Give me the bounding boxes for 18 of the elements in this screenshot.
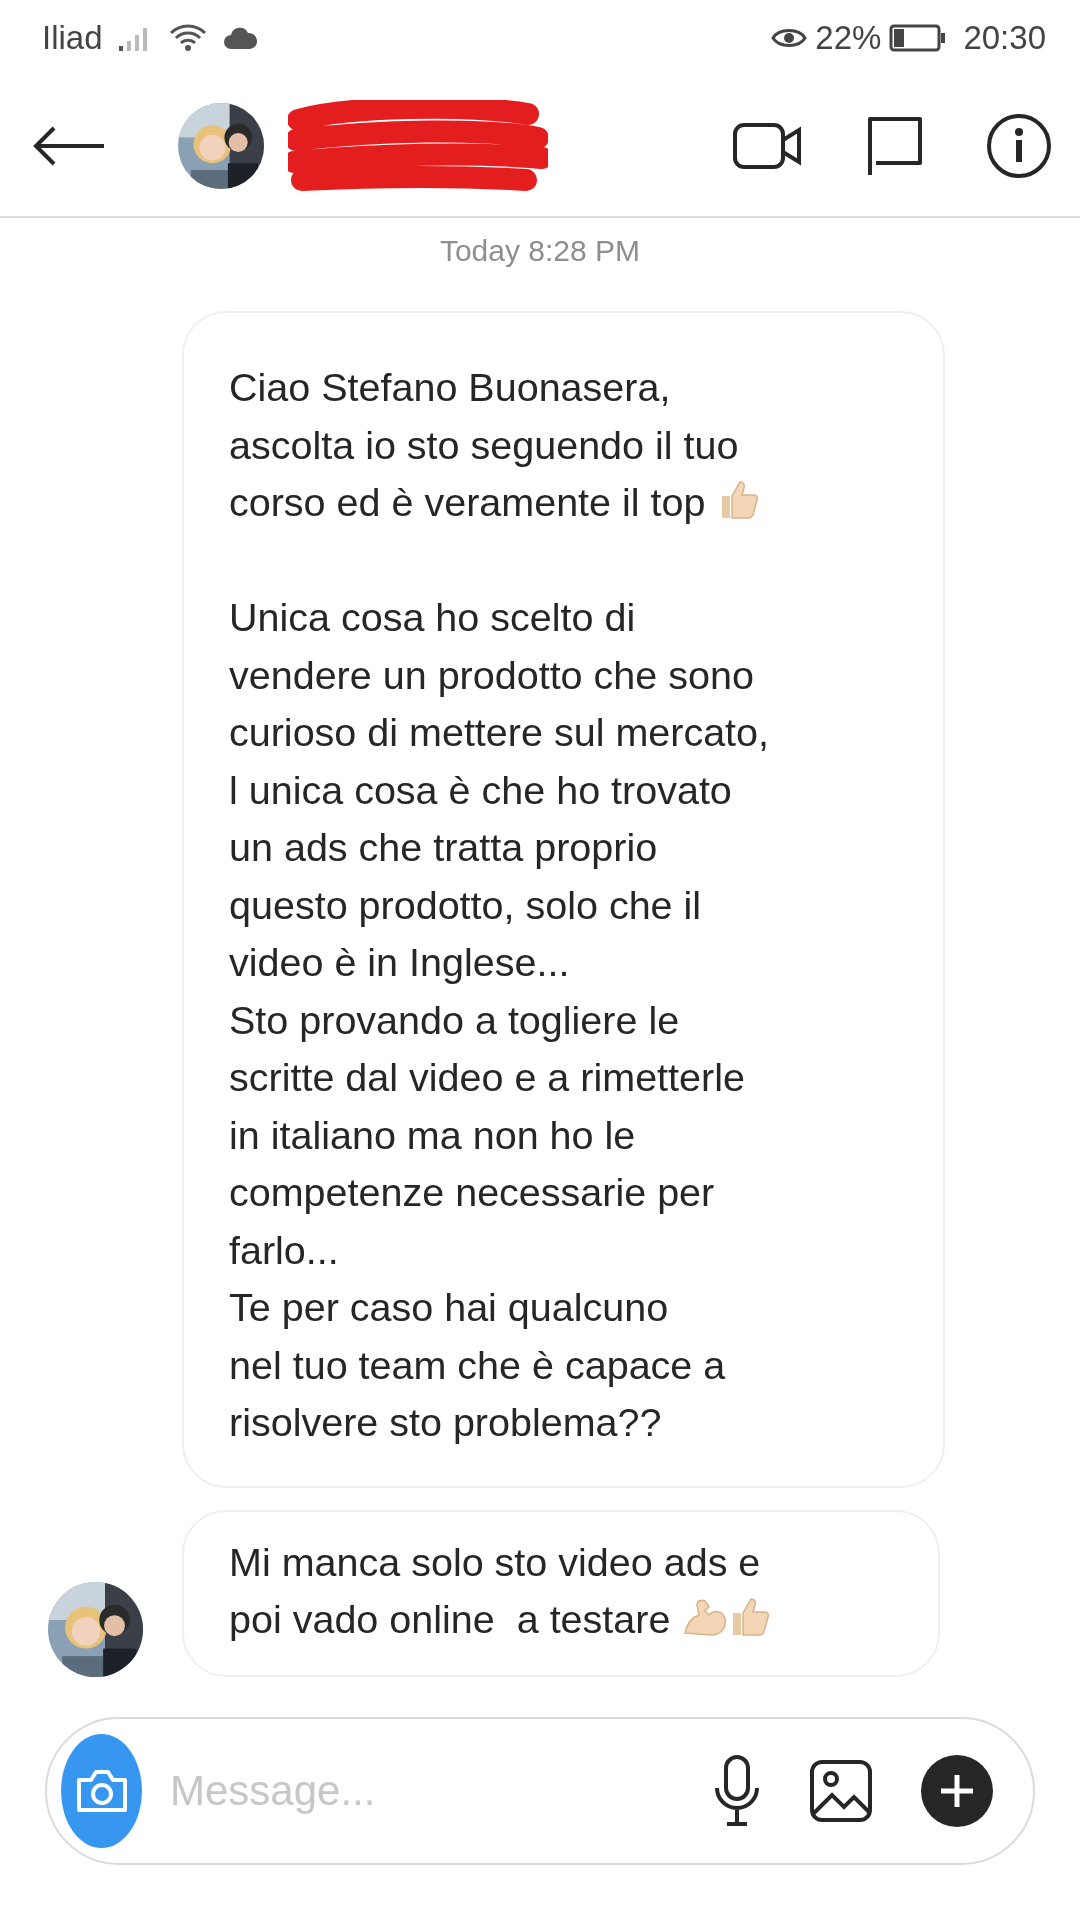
camera-button[interactable] [61, 1733, 142, 1848]
message-bubble: Ciao Stefano Buonasera, ascolta io sto seguendo il tuo corso ed è veramente il top Unica cosa ho scelto di vendere un prodotto che sono curioso di mettere sul mercato, l unica cosa è che ho trovato un ads che tratta proprio questo prodotto, solo che il video è in Inglese... Sto provando a togliere le scritte dal video e a rimetterle in italiano ma non ho le competenze necessarie per farlo... Te per caso hai qualcuno nel tuo team che è capace a risolvere sto problema?? [182, 311, 945, 1488]
video-call-button[interactable] [732, 120, 804, 172]
back-button[interactable] [32, 126, 106, 166]
message-timestamp: Today 8:28 PM [438, 233, 642, 269]
camera-icon [74, 1767, 129, 1814]
gallery-button[interactable] [809, 1758, 873, 1823]
battery-icon [889, 24, 948, 52]
battery-percent: 22% [815, 18, 882, 59]
add-button[interactable] [921, 1754, 993, 1827]
wifi-icon [168, 23, 207, 53]
cloud-icon [222, 27, 257, 49]
carrier-name: Iliad [42, 18, 103, 59]
clock-time: 20:30 [963, 18, 1046, 59]
microphone-button[interactable] [713, 1753, 761, 1828]
message-bubble: Mi manca solo sto video ads e poi vado online a testare [182, 1509, 940, 1677]
flag-button[interactable] [866, 115, 924, 177]
info-button[interactable] [986, 113, 1052, 179]
